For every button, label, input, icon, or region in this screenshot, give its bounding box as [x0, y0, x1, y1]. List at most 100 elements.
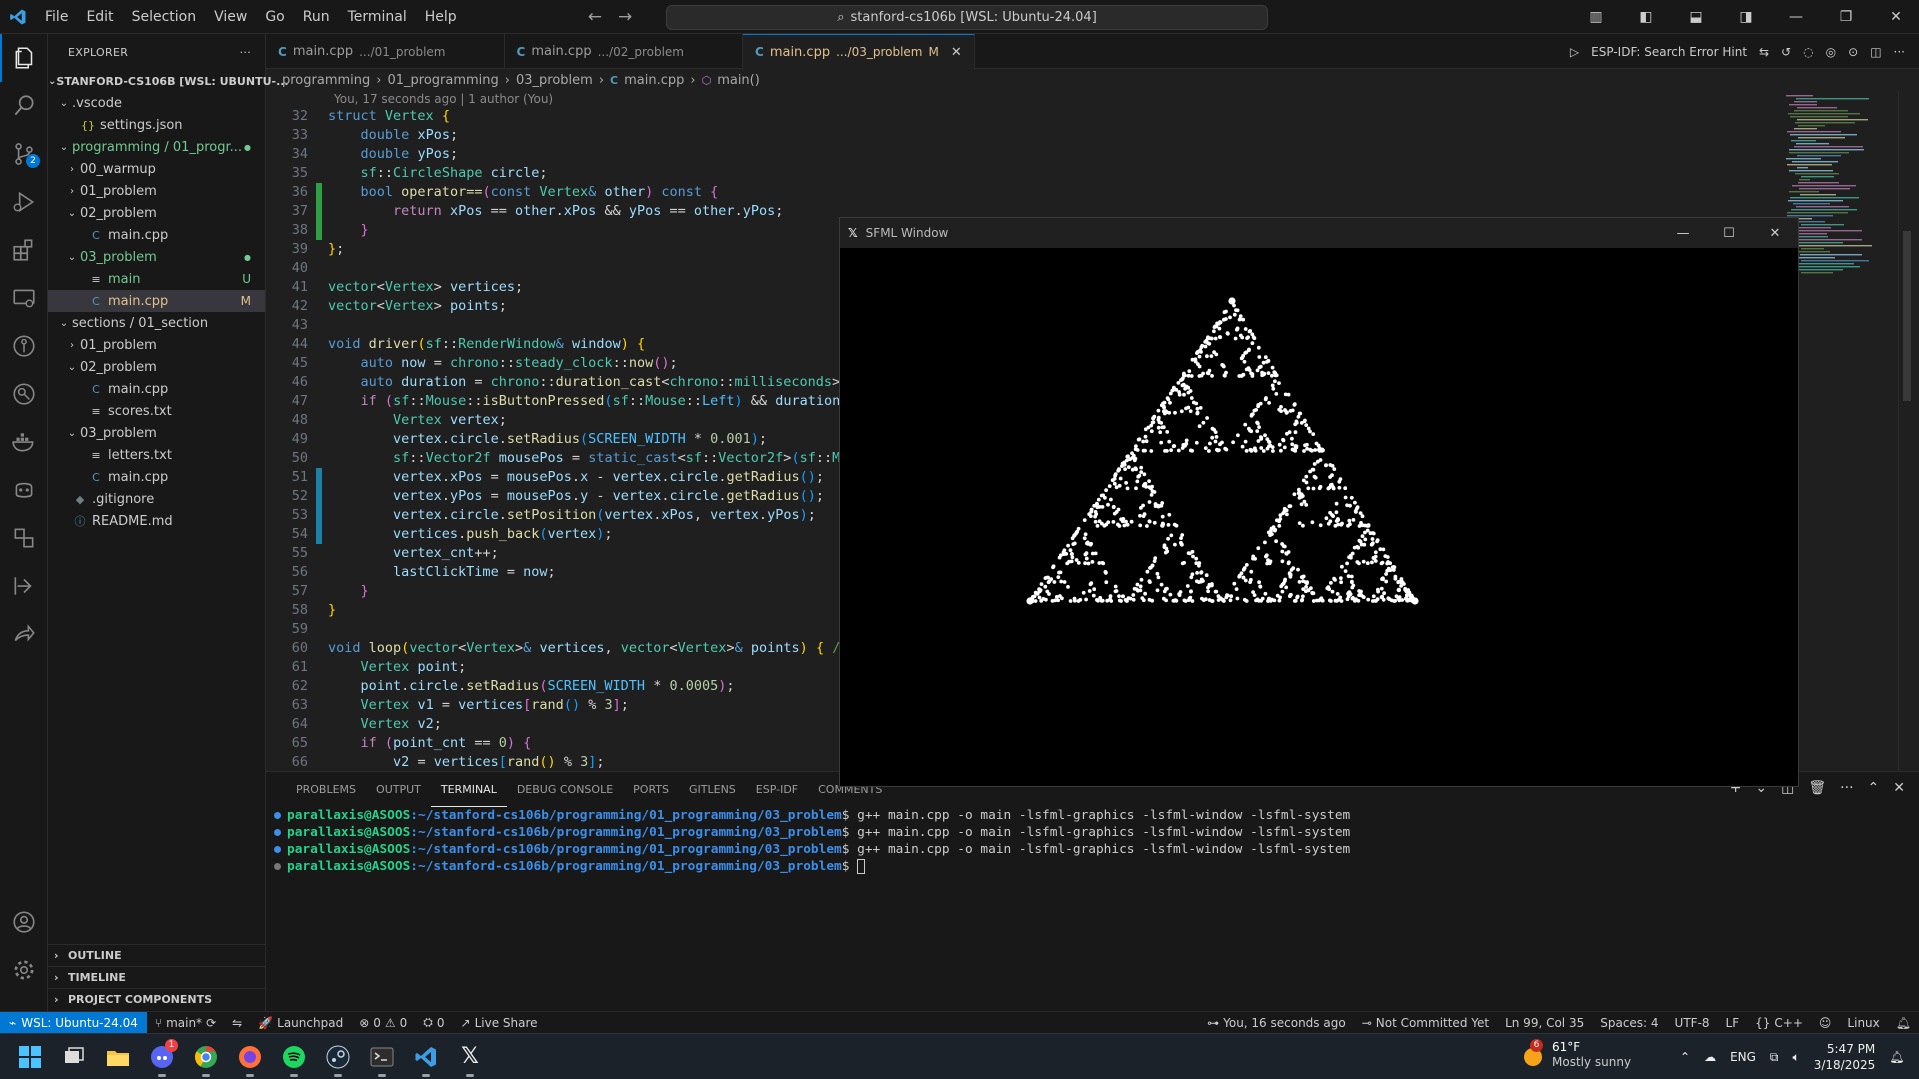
notification-center-icon[interactable]: 🔔︎ [1889, 1050, 1904, 1064]
more-panel-actions-icon[interactable]: ··· [1840, 780, 1853, 796]
command-decoration-icon[interactable] [274, 829, 281, 836]
tree-item[interactable]: ≡ letters.txt [48, 444, 265, 466]
cursor-position[interactable]: Ln 99, Col 35 [1497, 1016, 1592, 1030]
run-debug-icon[interactable] [0, 178, 48, 226]
problems-status[interactable]: ⊗ 0 ⚠ 0 [351, 1016, 415, 1030]
xserver-icon[interactable]: 𝕏 [448, 1035, 492, 1079]
tree-item[interactable]: ⓘ README.md [48, 510, 265, 532]
breadcrumb-item[interactable]: 01_programming [387, 73, 498, 88]
file-explorer-icon[interactable] [96, 1035, 140, 1079]
notifications-bell-icon[interactable]: 🔔︎ [1888, 1016, 1919, 1030]
close-panel-icon[interactable]: ✕ [1893, 780, 1905, 796]
command-decoration-icon[interactable] [274, 863, 281, 870]
fractal-vertex[interactable] [1026, 597, 1034, 605]
gitlens-inspect-icon[interactable] [0, 370, 48, 418]
fractal-vertex[interactable] [1411, 597, 1419, 605]
tree-item[interactable]: ⌄ sections / 01_section [48, 312, 265, 334]
language-mode[interactable]: {} C++ [1747, 1016, 1811, 1030]
commit-status[interactable]: ⊸ Not Committed Yet [1354, 1016, 1497, 1030]
maximize-panel-icon[interactable]: ⌃ [1868, 780, 1880, 796]
command-center[interactable]: ⌕ stanford-cs106b [WSL: Ubuntu-24.04] [666, 5, 1268, 30]
sierpinski-canvas[interactable] [840, 248, 1798, 786]
split-editor-icon[interactable]: ◫ [1870, 45, 1881, 59]
toggle-panel-icon[interactable]: ⬓ [1673, 9, 1719, 25]
fractal-vertex[interactable] [1228, 297, 1236, 305]
tree-item[interactable]: {} settings.json [48, 114, 265, 136]
copilot-chat-icon[interactable] [0, 466, 48, 514]
onedrive-icon[interactable]: ☁ [1704, 1050, 1716, 1064]
network-icon[interactable]: ⧉ [1770, 1050, 1779, 1065]
spotify-icon[interactable] [272, 1035, 316, 1079]
menu-selection[interactable]: Selection [123, 0, 206, 34]
tree-item[interactable]: ◆ .gitignore [48, 488, 265, 510]
panel-tab-esp-idf[interactable]: ESP-IDF [746, 772, 808, 807]
minimize-icon[interactable]: — [1773, 9, 1819, 25]
tree-item[interactable]: › 01_problem [48, 334, 265, 356]
editor-tab[interactable]: Cmain.cpp .../03_problem M ✕ [743, 34, 975, 69]
panel-tab-problems[interactable]: PROBLEMS [286, 772, 366, 807]
steam-icon[interactable] [316, 1035, 360, 1079]
tree-item[interactable]: ≡ main U [48, 268, 265, 290]
tree-item[interactable]: ⌄ programming / 01_progr... ● [48, 136, 265, 158]
esp-idf-status[interactable]: ⇋ [224, 1016, 250, 1030]
toggle-sidebar-icon[interactable]: ◧ [1623, 9, 1669, 25]
esp-idf-icon[interactable] [0, 514, 48, 562]
restore-icon[interactable]: ❐ [1823, 9, 1869, 25]
menu-help[interactable]: Help [416, 0, 466, 34]
open-changes-icon[interactable]: ⊙ [1848, 45, 1858, 59]
tray-overflow-icon[interactable]: ⌃ [1680, 1050, 1690, 1064]
tree-item[interactable]: ⌄ 03_problem ● [48, 246, 265, 268]
command-decoration-icon[interactable] [274, 846, 281, 853]
tree-item[interactable]: › 00_warmup [48, 158, 265, 180]
revert-icon[interactable]: ↺ [1781, 45, 1791, 59]
remote-indicator[interactable]: ⌁ WSL: Ubuntu-24.04 [0, 1011, 147, 1034]
esp-idf-search-error-hint[interactable]: ESP-IDF: Search Error Hint [1591, 45, 1747, 59]
editor-scrollbar[interactable] [1898, 91, 1912, 771]
kill-terminal-icon[interactable]: 🗑 [1808, 780, 1826, 796]
launchpad-status[interactable]: 🚀 Launchpad [250, 1016, 351, 1030]
search-activity-icon[interactable] [0, 82, 48, 130]
live-share-icon[interactable] [0, 610, 48, 658]
sfml-minimize-icon[interactable]: — [1660, 226, 1706, 241]
tree-item[interactable]: Cmain.cpp [48, 378, 265, 400]
command-decoration-icon[interactable] [274, 812, 281, 819]
firefox-icon[interactable] [228, 1035, 272, 1079]
more-editor-actions-icon[interactable]: ··· [1894, 45, 1905, 59]
close-tab-icon[interactable]: ✕ [951, 45, 962, 60]
forward-arrow-icon[interactable]: → [618, 7, 632, 27]
more-actions-icon[interactable]: ··· [240, 46, 251, 59]
eol[interactable]: LF [1718, 1016, 1748, 1030]
compare-icon[interactable]: ⇆ [1759, 45, 1769, 59]
menu-terminal[interactable]: Terminal [339, 0, 416, 34]
branch-indicator[interactable]: ⑂ main* ⟳ [147, 1016, 224, 1030]
sfml-window[interactable]: 𝕏 SFML Window — ☐ ✕ [839, 217, 1799, 787]
terminal-app-icon[interactable] [360, 1035, 404, 1079]
outline-section[interactable]: › OUTLINE [48, 944, 266, 966]
close-window-icon[interactable]: ✕ [1873, 9, 1919, 25]
chrome-icon[interactable] [184, 1035, 228, 1079]
tree-item[interactable]: ⌄ 02_problem [48, 356, 265, 378]
tree-item[interactable]: ⌄ 03_problem [48, 422, 265, 444]
accounts-icon[interactable] [0, 898, 48, 946]
tree-item[interactable]: ⌄ 02_problem [48, 202, 265, 224]
editor-tab[interactable]: Cmain.cpp .../01_problem [266, 34, 505, 69]
windows-start-icon[interactable] [8, 1035, 52, 1079]
menu-file[interactable]: File [36, 0, 77, 34]
breadcrumb-item[interactable]: main() [717, 73, 760, 88]
tree-item[interactable]: ⌄ .vscode [48, 92, 265, 114]
discord-icon[interactable]: 1 [140, 1035, 184, 1079]
terminal-output[interactable]: parallaxis@ASOOS:~/stanford-cs106b/progr… [266, 807, 1919, 875]
panel-tab-terminal[interactable]: TERMINAL [430, 772, 507, 807]
input-language[interactable]: ENG [1730, 1050, 1756, 1064]
tree-item[interactable]: Cmain.cpp [48, 466, 265, 488]
blame-status[interactable]: ⊶ You, 16 seconds ago [1199, 1016, 1354, 1030]
sfml-window-titlebar[interactable]: 𝕏 SFML Window — ☐ ✕ [840, 218, 1798, 248]
breadcrumb-item[interactable]: 03_problem [516, 73, 593, 88]
panel-tab-ports[interactable]: PORTS [623, 772, 679, 807]
panel-tab-debug-console[interactable]: DEBUG CONSOLE [507, 772, 623, 807]
clock[interactable]: 5:47 PM 3/18/2025 [1814, 1041, 1876, 1073]
source-control-icon[interactable]: 2 [0, 130, 48, 178]
menu-run[interactable]: Run [294, 0, 339, 34]
tree-item[interactable]: Cmain.cpp M [48, 290, 265, 312]
live-share-status[interactable]: ↗ Live Share [453, 1016, 546, 1030]
